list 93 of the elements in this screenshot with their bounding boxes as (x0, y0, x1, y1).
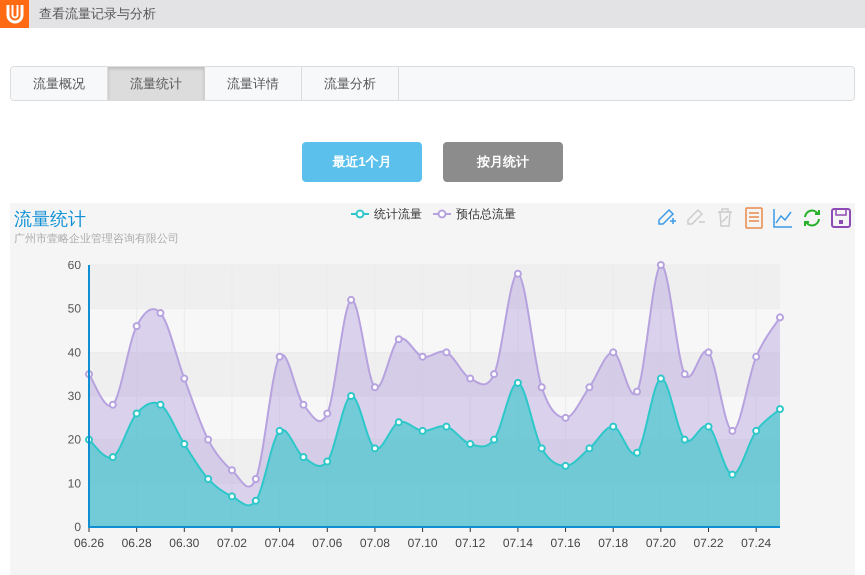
data-point[interactable] (156, 309, 164, 318)
data-point[interactable] (394, 335, 403, 344)
line-chart-icon[interactable] (771, 206, 795, 230)
axis-label: 20 (68, 432, 81, 447)
save-icon[interactable] (829, 206, 853, 230)
axis-label: 10 (68, 476, 81, 490)
data-point[interactable] (276, 426, 284, 435)
data-point[interactable] (562, 462, 570, 470)
data-point[interactable] (252, 496, 260, 505)
data-point[interactable] (347, 296, 356, 304)
data-point[interactable] (609, 348, 618, 356)
legend-label[interactable]: 统计流量 (374, 206, 422, 222)
axis-label: 0 (74, 520, 81, 534)
data-point[interactable] (132, 322, 141, 330)
data-point[interactable] (562, 414, 570, 422)
axis-label: 07.04 (264, 536, 295, 550)
data-point[interactable] (323, 458, 332, 466)
data-point[interactable] (418, 426, 427, 435)
data-point[interactable] (180, 374, 188, 383)
tab[interactable]: 流量统计 (108, 67, 205, 100)
logo-icon (0, 0, 29, 28)
data-point[interactable] (323, 409, 332, 418)
data-point[interactable] (370, 383, 379, 392)
page-title: 查看流量记录与分析 (39, 5, 156, 24)
data-point[interactable] (633, 448, 642, 457)
axis-label: 06.26 (74, 536, 104, 550)
data-point[interactable] (108, 453, 117, 462)
data-point[interactable] (728, 426, 736, 435)
data-point[interactable] (228, 492, 236, 500)
axis-label: 06.30 (169, 536, 200, 550)
data-point[interactable] (680, 436, 689, 444)
axis-label: 06.28 (122, 536, 152, 550)
data-point[interactable] (776, 405, 784, 414)
axis-label: 07.10 (408, 536, 438, 550)
chart-subtitle: 广州市壹略企业管理咨询有限公司 (14, 232, 179, 247)
data-point[interactable] (252, 474, 260, 483)
data-point[interactable] (442, 422, 450, 431)
data-point[interactable] (728, 470, 736, 479)
data-point[interactable] (656, 374, 665, 383)
data-point[interactable] (585, 444, 594, 452)
data-point[interactable] (514, 378, 522, 387)
data-point[interactable] (347, 392, 356, 400)
data-point[interactable] (466, 440, 474, 448)
axis-label: 07.12 (455, 536, 486, 550)
legend-line-icon[interactable] (350, 209, 370, 219)
chart-title: 流量统计 (14, 208, 86, 231)
data-point[interactable] (466, 374, 474, 383)
axis-label: 07.02 (216, 536, 247, 550)
data-point[interactable] (514, 270, 522, 278)
data-point[interactable] (85, 436, 93, 444)
data-point[interactable] (228, 466, 236, 474)
axis-label: 07.06 (312, 536, 342, 550)
axis-label: 07.14 (502, 536, 533, 550)
data-point[interactable] (180, 440, 188, 448)
axis-label: 07.22 (694, 536, 724, 550)
data-point[interactable] (704, 422, 713, 431)
axis-label: 07.18 (598, 536, 628, 550)
data-point[interactable] (704, 348, 713, 356)
data-point[interactable] (204, 474, 212, 483)
axis-label: 07.20 (646, 536, 676, 550)
data-point[interactable] (299, 400, 308, 409)
legend-line-icon[interactable] (432, 209, 452, 219)
data-point[interactable] (609, 422, 618, 431)
tab[interactable]: 流量概况 (11, 67, 108, 100)
axis-label: 30 (68, 389, 81, 403)
data-point[interactable] (276, 352, 284, 361)
data-point[interactable] (680, 370, 689, 378)
data-point[interactable] (538, 383, 546, 392)
data-point[interactable] (299, 453, 308, 462)
data-point[interactable] (156, 400, 164, 409)
legend-label[interactable]: 预估总流量 (456, 206, 516, 222)
data-point[interactable] (633, 388, 642, 396)
data-point[interactable] (776, 313, 784, 322)
data-point[interactable] (370, 444, 379, 452)
data-point[interactable] (752, 426, 760, 435)
data-point[interactable] (752, 352, 760, 361)
data-point[interactable] (442, 348, 450, 356)
axis-label: 50 (68, 302, 81, 316)
data-point[interactable] (585, 383, 594, 392)
data-point[interactable] (538, 444, 546, 452)
data-point[interactable] (85, 370, 93, 378)
data-point[interactable] (490, 370, 498, 378)
axis-label: 07.24 (741, 536, 772, 550)
data-point[interactable] (418, 352, 427, 361)
axis-label: 07.16 (550, 536, 581, 550)
data-point[interactable] (394, 418, 403, 426)
axis-label: 40 (68, 345, 81, 360)
data-point[interactable] (204, 436, 212, 444)
data-point[interactable] (656, 261, 665, 269)
data-point[interactable] (108, 400, 117, 409)
axis-label: 07.08 (360, 536, 390, 550)
data-point[interactable] (490, 436, 498, 444)
data-point[interactable] (132, 409, 141, 418)
